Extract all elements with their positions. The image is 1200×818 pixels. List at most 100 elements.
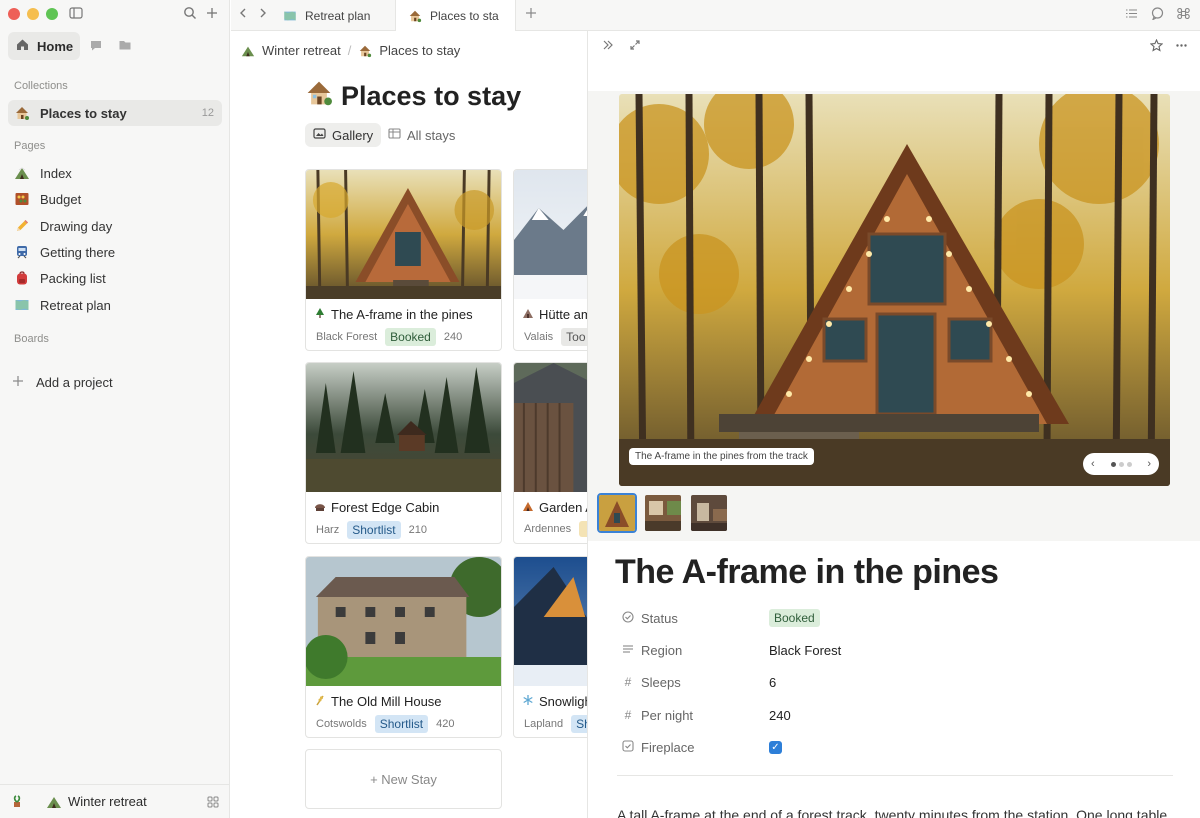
sidebar-item-label: Drawing day [40,218,113,234]
property-label: Sleeps [641,674,681,690]
new-stay-button[interactable]: + New Stay [305,749,502,809]
close-window-button[interactable] [8,8,20,20]
maximize-window-button[interactable] [46,8,58,20]
status-icon [621,610,635,626]
card-cover-image [514,363,587,492]
sidebar-toggle-icon[interactable] [68,6,84,22]
tab-places-to-stay[interactable]: Places to sta [395,0,516,32]
property-value-region[interactable]: Black Forest [769,640,841,660]
gallery-card-snowlight[interactable]: Snowligh Lapland Sh [513,556,587,738]
plant-icon[interactable] [10,794,26,810]
fireplace-checkbox[interactable]: ✓ [769,740,782,754]
property-sleeps[interactable]: # Sleeps [621,672,681,692]
sidebar-item-label: Getting there [40,244,116,260]
collapse-panel-icon[interactable] [600,39,616,55]
house-icon [305,79,333,114]
gallery-card-a-frame[interactable]: The A-frame in the pines Black Forest Bo… [305,169,502,351]
tent-icon [14,165,30,181]
home-icon [16,38,29,54]
card-meta: Lapland Sh [524,715,587,733]
property-value-fireplace[interactable]: ✓ [769,737,782,757]
new-tab-icon[interactable] [523,7,539,23]
sidebar-item-budget[interactable]: Budget [8,186,222,212]
card-region: Valais [524,331,554,343]
thumbnail[interactable] [689,493,729,533]
workspace-name[interactable]: Winter retreat [68,794,147,809]
status-badge: Shortlist [374,715,429,733]
tab-all-stays[interactable]: All stays [380,123,463,147]
gallery-card-old-mill-house[interactable]: The Old Mill House Cotswolds Shortlist 4… [305,556,502,738]
thumbnail[interactable] [597,493,637,533]
folder-icon[interactable] [118,38,134,54]
tent-icon [46,794,62,810]
card-title: The Old Mill House [314,694,442,709]
tab-bar: Retreat plan Places to sta [231,0,1200,32]
description-text[interactable]: A tall A-frame at the end of a forest tr… [617,807,1200,818]
property-label: Per night [641,707,694,723]
sidebar-item-drawing-day[interactable]: Drawing day [8,213,222,239]
property-fireplace[interactable]: Fireplace [621,737,694,757]
card-title: The A-frame in the pines [314,307,473,322]
expand-icon[interactable] [627,39,643,55]
card-cover-image [514,557,587,686]
breadcrumb-item[interactable]: Winter retreat [262,43,341,58]
sidebar-footer: Winter retreat [0,784,229,818]
home-label: Home [37,38,74,54]
gallery-card-hutte[interactable]: Hütte am Valais Too [513,169,587,351]
map-icon [14,297,30,313]
gallery-card-forest-edge-cabin[interactable]: Forest Edge Cabin Harz Shortlist 210 [305,362,502,544]
status-badge: Too [561,328,587,346]
sidebar-item-label: Packing list [40,270,106,286]
search-icon[interactable] [182,6,198,22]
tab-gallery[interactable]: Gallery [305,123,382,147]
snowflake-icon [522,694,534,709]
sidebar-item-retreat-plan[interactable]: Retreat plan [8,292,222,318]
hero-image[interactable] [619,94,1170,486]
collection-view: Winter retreat / Places to stay Places t… [231,31,587,818]
carousel-prev-button[interactable]: ‹ [1091,458,1095,470]
sidebar-item-getting-there[interactable]: Getting there [8,239,222,265]
add-project-button[interactable]: Add a project [6,369,220,395]
property-per-night[interactable]: # Per night [621,705,693,725]
property-value-per-night[interactable]: 240 [769,705,791,725]
checkbox-icon [621,739,635,755]
chat-icon[interactable] [89,38,105,54]
comment-icon[interactable] [1149,7,1165,23]
card-region: Ardennes [524,523,572,535]
divider [617,775,1173,776]
list-view-icon[interactable] [1123,7,1139,23]
gallery-card-garden[interactable]: Garden A Ardennes [513,362,587,544]
breadcrumb-item[interactable]: Places to stay [379,43,460,58]
property-value-sleeps[interactable]: 6 [769,672,776,692]
property-value-status[interactable]: Booked [769,608,820,628]
shortcut-icon[interactable] [1175,7,1191,23]
carousel-next-button[interactable]: › [1147,458,1151,470]
detail-title[interactable]: The A-frame in the pines [615,553,999,592]
more-icon[interactable] [1173,39,1189,55]
property-region[interactable]: Region [621,640,682,660]
card-region: Harz [316,524,340,536]
sidebar-item-label: Index [40,165,72,181]
apps-grid-icon[interactable] [207,796,219,811]
card-title: Snowligh [522,694,587,709]
property-status[interactable]: Status [621,608,678,628]
card-cover-image [306,363,501,492]
card-meta: Cotswolds Shortlist 420 [316,715,454,733]
breadcrumb-separator: / [347,43,352,58]
map-icon [283,9,297,23]
forward-icon[interactable] [255,7,271,23]
home-button[interactable]: Home [8,32,80,60]
minimize-window-button[interactable] [27,8,39,20]
sidebar-item-index[interactable]: Index [8,160,222,186]
sidebar-item-places-to-stay[interactable]: Places to stay 12 [8,100,222,126]
back-icon[interactable] [235,7,251,23]
card-meta: Ardennes [524,521,587,537]
plus-icon[interactable] [204,6,220,22]
collections-heading: Collections [14,80,68,92]
card-region: Lapland [524,718,564,730]
tab-retreat-plan[interactable]: Retreat plan [271,0,395,31]
card-cover-image [306,170,501,299]
sidebar-item-packing-list[interactable]: Packing list [8,265,222,291]
thumbnail[interactable] [643,493,683,533]
star-icon[interactable] [1148,38,1164,55]
